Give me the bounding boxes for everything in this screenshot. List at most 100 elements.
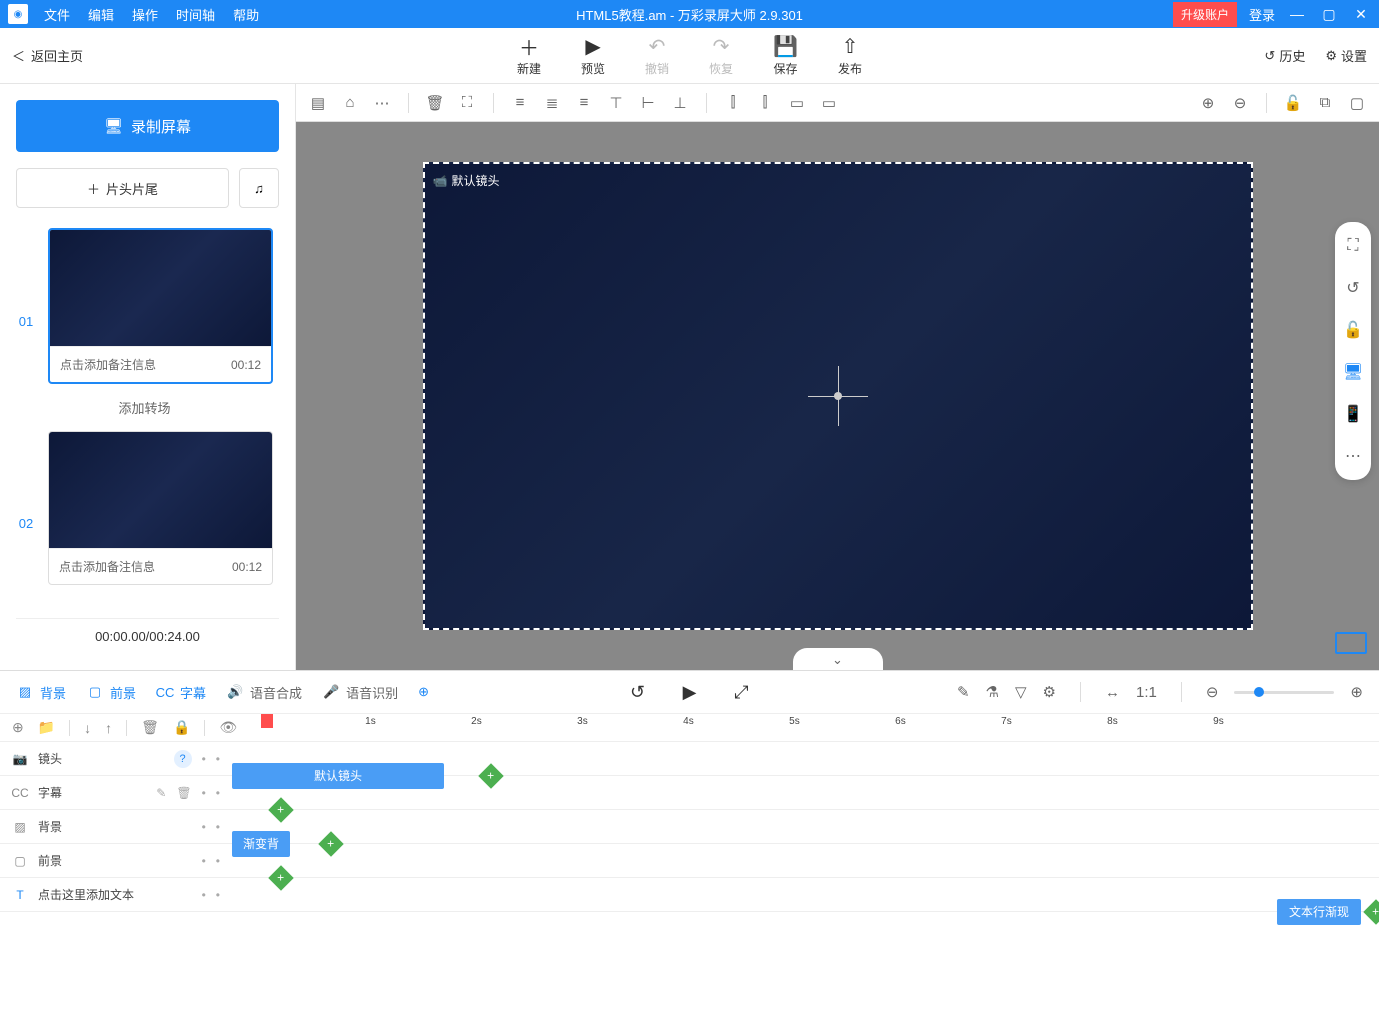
track-menu-icon[interactable]: • [216, 820, 220, 834]
arrange-icon[interactable]: ▭ [787, 93, 807, 113]
more-icon[interactable]: ⋯ [372, 93, 392, 113]
redo-button[interactable]: ↷恢复 [709, 34, 733, 77]
history-button[interactable]: ↺历史 [1264, 46, 1305, 65]
home-icon[interactable]: ⌂ [340, 93, 360, 113]
timeline-ruler[interactable]: 1s 2s 3s 4s 5s 6s 7s 8s 9s [259, 714, 1367, 741]
eye-icon[interactable]: 👁 [219, 719, 237, 736]
rewind-button[interactable]: ↺ [624, 678, 652, 706]
tab-subtitle[interactable]: CC字幕 [156, 683, 206, 702]
zoom-knob[interactable] [1254, 687, 1264, 697]
align-top-icon[interactable]: ⊤ [606, 93, 626, 113]
crop-icon[interactable]: ⛶ [457, 93, 477, 113]
zoom-in-icon[interactable]: ⊕ [1198, 93, 1218, 113]
zoom-out-icon[interactable]: ⊖ [1230, 93, 1250, 113]
scene-card[interactable]: 点击添加备注信息00:12 [48, 431, 273, 585]
track-menu-icon[interactable]: • [216, 752, 220, 766]
scene-note[interactable]: 点击添加备注信息 [59, 558, 155, 575]
folder-add-icon[interactable]: 📁 [38, 719, 55, 736]
down-arrow-icon[interactable]: ↓ [84, 720, 91, 736]
new-button[interactable]: ＋新建 [517, 34, 541, 77]
ratio-icon[interactable]: 1:1 [1136, 684, 1157, 701]
edit-tool-icon[interactable]: ✎ [957, 683, 970, 701]
align-bottom-icon[interactable]: ⊥ [670, 93, 690, 113]
bg-clip[interactable]: 渐变背 [232, 831, 290, 857]
distribute-h-icon[interactable]: ⫿ [723, 93, 743, 113]
tab-asr[interactable]: 🎤语音识别 [322, 683, 398, 702]
playhead[interactable] [261, 714, 273, 728]
align-right-icon[interactable]: ≡ [574, 93, 594, 113]
canvas[interactable]: 📹默认镜头 [423, 162, 1253, 630]
copy-icon[interactable]: ⧉ [1315, 93, 1335, 113]
preview-button[interactable]: ▶预览 [581, 34, 605, 77]
trash-icon[interactable]: 🗑 [176, 786, 191, 800]
menu-timeline[interactable]: 时间轴 [176, 5, 215, 24]
track-menu-icon[interactable]: • [202, 752, 206, 766]
scene-note[interactable]: 点击添加备注信息 [60, 356, 156, 373]
up-arrow-icon[interactable]: ↑ [105, 720, 112, 736]
record-screen-button[interactable]: 🖥 录制屏幕 [16, 100, 279, 152]
track-head[interactable]: T 点击这里添加文本 • • [0, 886, 232, 903]
track-menu-icon[interactable]: • [202, 854, 206, 868]
arrange2-icon[interactable]: ▭ [819, 93, 839, 113]
back-home-button[interactable]: ＜ 返回主页 [12, 46, 83, 65]
align-middle-icon[interactable]: ⊢ [638, 93, 658, 113]
fullscreen-icon[interactable]: ⛶ [1341, 234, 1365, 258]
minimize-icon[interactable]: — [1287, 6, 1307, 22]
track-menu-icon[interactable]: • [202, 786, 206, 800]
track-menu-icon[interactable]: • [216, 786, 220, 800]
delete-icon[interactable]: 🗑 [425, 93, 445, 113]
zoom-out-timeline-icon[interactable]: ⊖ [1206, 683, 1219, 701]
edit-icon[interactable]: ✎ [156, 786, 166, 800]
zoom-slider[interactable] [1234, 691, 1334, 694]
distribute-v-icon[interactable]: ⫿ [755, 93, 775, 113]
scene-card[interactable]: 点击添加备注信息00:12 [48, 228, 273, 384]
track-head[interactable]: CC 字幕 ✎ 🗑 • • [0, 784, 232, 801]
expand-button[interactable]: ⤢ [728, 678, 756, 706]
tab-background[interactable]: ▨背景 [16, 683, 66, 702]
close-icon[interactable]: ✕ [1351, 6, 1371, 23]
publish-button[interactable]: ⇧发布 [838, 34, 862, 77]
funnel-icon[interactable]: ▽ [1015, 683, 1027, 701]
help-icon[interactable]: ? [174, 750, 192, 768]
text-effect-clip[interactable]: 文本行渐现 [1277, 899, 1361, 925]
menu-file[interactable]: 文件 [44, 5, 70, 24]
desktop-icon[interactable]: 🖥 [1341, 360, 1365, 384]
tab-foreground[interactable]: ▢前景 [86, 683, 136, 702]
maximize-icon[interactable]: ▢ [1319, 6, 1339, 23]
track-head[interactable]: ▨ 背景 • • [0, 818, 232, 835]
settings-tool-icon[interactable]: ⚙ [1043, 683, 1056, 701]
add-track-icon[interactable]: ⊕ [12, 719, 24, 736]
more-tools-icon[interactable]: ⋯ [1341, 444, 1365, 468]
lock-icon[interactable]: 🔓 [1283, 93, 1303, 113]
tab-tts[interactable]: 🔊语音合成 [226, 683, 302, 702]
align-center-icon[interactable]: ≣ [542, 93, 562, 113]
layout-icon[interactable]: ▤ [308, 93, 328, 113]
tab-more[interactable]: ⊕ [418, 684, 429, 700]
menu-help[interactable]: 帮助 [233, 5, 259, 24]
scene-item[interactable]: 02 点击添加备注信息00:12 [16, 431, 273, 585]
login-button[interactable]: 登录 [1249, 5, 1275, 24]
filter-tool-icon[interactable]: ⚗ [986, 683, 999, 701]
paste-icon[interactable]: ▢ [1347, 93, 1367, 113]
save-button[interactable]: 💾保存 [773, 34, 798, 77]
track-head[interactable]: ▢ 前景 • • [0, 852, 232, 869]
undo-button[interactable]: ↶撤销 [645, 34, 669, 77]
menu-action[interactable]: 操作 [132, 5, 158, 24]
track-label[interactable]: 点击这里添加文本 [38, 886, 134, 903]
add-transition-button[interactable]: 添加转场 [16, 398, 273, 417]
add-keyframe-button[interactable]: + [1363, 899, 1379, 924]
collapse-panel-button[interactable]: ⌄ [793, 648, 883, 672]
track-menu-icon[interactable]: • [216, 888, 220, 902]
fit-width-icon[interactable]: ↔ [1105, 684, 1120, 701]
zoom-in-timeline-icon[interactable]: ⊕ [1350, 683, 1363, 701]
shot-clip[interactable]: 默认镜头 [232, 763, 444, 789]
scene-item[interactable]: 01 点击添加备注信息00:12 [16, 228, 273, 384]
settings-button[interactable]: ⚙设置 [1325, 46, 1367, 65]
reset-icon[interactable]: ↺ [1341, 276, 1365, 300]
play-button[interactable]: ▶ [676, 678, 704, 706]
track-menu-icon[interactable]: • [216, 854, 220, 868]
device-frame-icon[interactable] [1335, 632, 1367, 654]
track-menu-icon[interactable]: • [202, 820, 206, 834]
unlock-icon[interactable]: 🔓 [1341, 318, 1365, 342]
sound-button[interactable]: ♫ [239, 168, 279, 208]
